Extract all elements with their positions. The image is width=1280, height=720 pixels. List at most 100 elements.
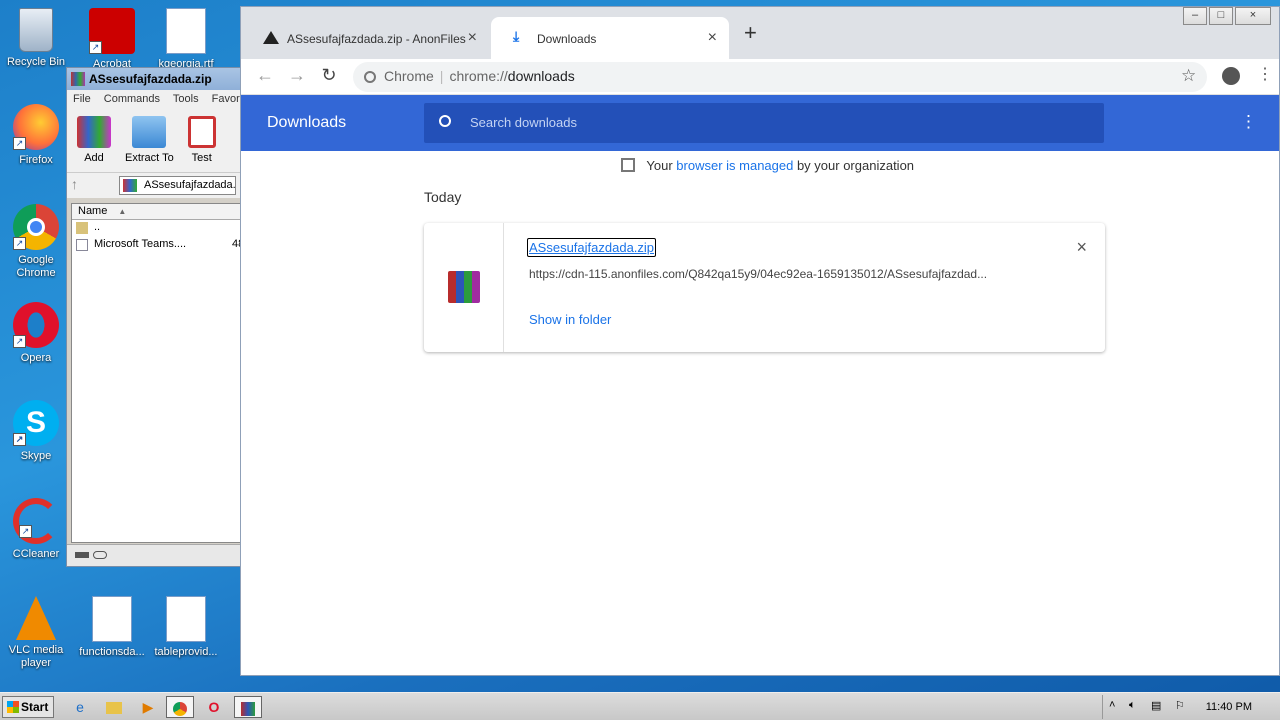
anyrun-watermark: ANY RUN [1040, 612, 1254, 661]
volume-icon[interactable]: 🔈︎ [1129, 699, 1136, 712]
folder-up-icon [76, 222, 88, 234]
column-header-name[interactable]: Name ▲ [72, 204, 241, 220]
anonfiles-favicon [263, 31, 279, 44]
download-source-url[interactable]: https://cdn-115.anonfiles.com/Q842qa15y9… [529, 267, 987, 281]
desktop-icon-skype[interactable]: S ↗ Skype [0, 400, 72, 463]
winrar-window[interactable]: ASsesufajfazdada.zip File Commands Tools… [66, 67, 245, 567]
desktop-icon-opera[interactable]: ↗ Opera [0, 302, 72, 365]
close-tab-icon[interactable]: × [468, 29, 477, 47]
menu-commands[interactable]: Commands [104, 93, 160, 105]
downloads-header: Downloads Search downloads ⋮ [241, 95, 1279, 151]
word-document-icon [92, 596, 132, 642]
profile-icon[interactable] [1222, 67, 1240, 85]
winrar-icon [71, 72, 85, 86]
show-in-folder-link[interactable]: Show in folder [529, 312, 611, 327]
omnibox[interactable]: Chrome | chrome://downloads [353, 62, 1207, 92]
minimize-button[interactable]: – [1183, 7, 1207, 25]
drive-icon [75, 552, 89, 558]
close-tab-icon[interactable]: × [708, 29, 717, 47]
desktop-icon-label: Google Chrome [16, 254, 56, 279]
up-arrow-icon[interactable]: ↑ [71, 176, 111, 195]
skype-icon: S ↗ [13, 400, 59, 446]
desktop-icon-kgeorgia[interactable]: kgeorgia.rtf [150, 8, 222, 71]
shortcut-arrow-icon: ↗ [13, 137, 26, 150]
test-label: Test [191, 152, 212, 164]
chrome-menu-icon[interactable]: ⋮ [1257, 64, 1273, 84]
download-file-icon-column [424, 223, 504, 352]
desktop-icon-tableprovid[interactable]: tableprovid... [150, 596, 222, 659]
tray-expand-icon[interactable]: ˄ [1109, 699, 1115, 711]
test-clipboard-icon [187, 116, 216, 148]
opera-icon: ↗ [13, 302, 59, 348]
shortcut-arrow-icon: ↗ [13, 237, 26, 250]
winrar-taskbar-icon[interactable] [234, 696, 262, 718]
ccleaner-icon: ↗ [13, 498, 59, 544]
desktop-icon-label: Skype [20, 450, 52, 462]
shortcut-arrow-icon: ↗ [13, 335, 26, 348]
winrar-status-bar [67, 544, 240, 566]
list-item[interactable]: .. [72, 220, 241, 237]
media-player-icon[interactable]: ▶ [134, 696, 162, 718]
search-downloads-input[interactable]: Search downloads [424, 103, 1104, 143]
start-button[interactable]: Start [2, 696, 54, 718]
download-filename-link[interactable]: ASsesufajfazdada.zip [527, 238, 657, 257]
add-button[interactable]: Add [77, 116, 111, 166]
maximize-button[interactable]: □ [1209, 7, 1233, 25]
window-controls: – □ × [1183, 7, 1271, 25]
winrar-archive-icon [448, 271, 480, 303]
desktop-icon-google-chrome[interactable]: ↗ Google Chrome [0, 204, 72, 280]
section-date: Today [424, 189, 462, 205]
back-icon[interactable]: ← [253, 65, 277, 86]
extract-to-button[interactable]: Extract To [125, 116, 174, 166]
winrar-title-bar[interactable]: ASsesufajfazdada.zip [67, 68, 240, 90]
ie-icon[interactable]: e [66, 696, 94, 718]
desktop-icon-recycle-bin[interactable]: Recycle Bin [0, 8, 72, 69]
desktop-icon-firefox[interactable]: ↗ Firefox [0, 104, 72, 167]
desktop-icon-vlc[interactable]: VLC media player [0, 596, 72, 670]
explorer-folder-icon[interactable] [100, 696, 128, 718]
flag-icon[interactable]: ⚐ [1175, 699, 1185, 712]
managed-link[interactable]: browser is managed [676, 158, 793, 173]
desktop-icon-label: CCleaner [12, 548, 60, 560]
downloads-menu-icon[interactable]: ⋮ [1240, 112, 1257, 132]
network-icon[interactable]: ▤ [1151, 699, 1161, 712]
winrar-address-bar: ↑ ASsesufajfazdada.z [67, 172, 240, 198]
bookmark-star-icon[interactable]: ☆ [1181, 66, 1196, 86]
test-button[interactable]: Test [187, 116, 216, 166]
reload-icon[interactable]: ↻ [317, 65, 341, 86]
winrar-toolbar: Add Extract To Test [67, 110, 240, 172]
desktop-icon-ccleaner[interactable]: ↗ CCleaner [0, 498, 72, 561]
omnibox-scheme: Chrome [384, 68, 434, 84]
new-tab-button[interactable]: + [744, 20, 757, 46]
tab-downloads[interactable]: ⤓ Downloads × [491, 17, 729, 59]
tab-title: ASsesufajfazdada.zip - AnonFiles [287, 32, 466, 46]
desktop-icon-label: Recycle Bin [6, 56, 66, 68]
add-archive-icon [77, 116, 111, 148]
winrar-file-list[interactable]: Name ▲ .. Microsoft Teams.... 48 [71, 203, 242, 543]
list-item[interactable]: Microsoft Teams.... 48 [72, 237, 241, 254]
building-icon [621, 158, 635, 172]
chrome-icon: ↗ [13, 204, 59, 250]
download-item: ASsesufajfazdada.zip https://cdn-115.ano… [424, 223, 1105, 352]
winrar-path-text: ASsesufajfazdada.z [144, 179, 236, 191]
winrar-path-field[interactable]: ASsesufajfazdada.z [119, 176, 236, 195]
acrobat-icon: ↗ [89, 8, 135, 54]
search-icon [439, 115, 451, 127]
browser-toolbar: ← → ↻ Chrome | chrome://downloads ☆ ⋮ [241, 59, 1279, 95]
chrome-secure-icon [364, 71, 376, 83]
tab-anonfiles[interactable]: ASsesufajfazdada.zip - AnonFiles × [241, 17, 489, 59]
chrome-taskbar-icon[interactable] [166, 696, 194, 718]
desktop-icon-functionsda[interactable]: functionsda... [76, 596, 148, 659]
managed-notice: Your browser is managed by your organiza… [621, 158, 914, 173]
chrome-window[interactable]: ASsesufajfazdada.zip - AnonFiles × ⤓ Dow… [240, 6, 1280, 676]
menu-tools[interactable]: Tools [173, 93, 199, 105]
opera-taskbar-icon[interactable]: O [200, 696, 228, 718]
desktop-icon-acrobat[interactable]: ↗ Acrobat [76, 8, 148, 71]
list-item-name: Microsoft Teams.... [94, 238, 187, 250]
menu-file[interactable]: File [73, 93, 91, 105]
forward-icon[interactable]: → [285, 65, 309, 86]
remove-download-icon[interactable]: × [1076, 237, 1087, 258]
shortcut-arrow-icon: ↗ [89, 41, 102, 54]
close-window-button[interactable]: × [1235, 7, 1271, 25]
clock[interactable]: 11:40 PM [1206, 701, 1252, 713]
